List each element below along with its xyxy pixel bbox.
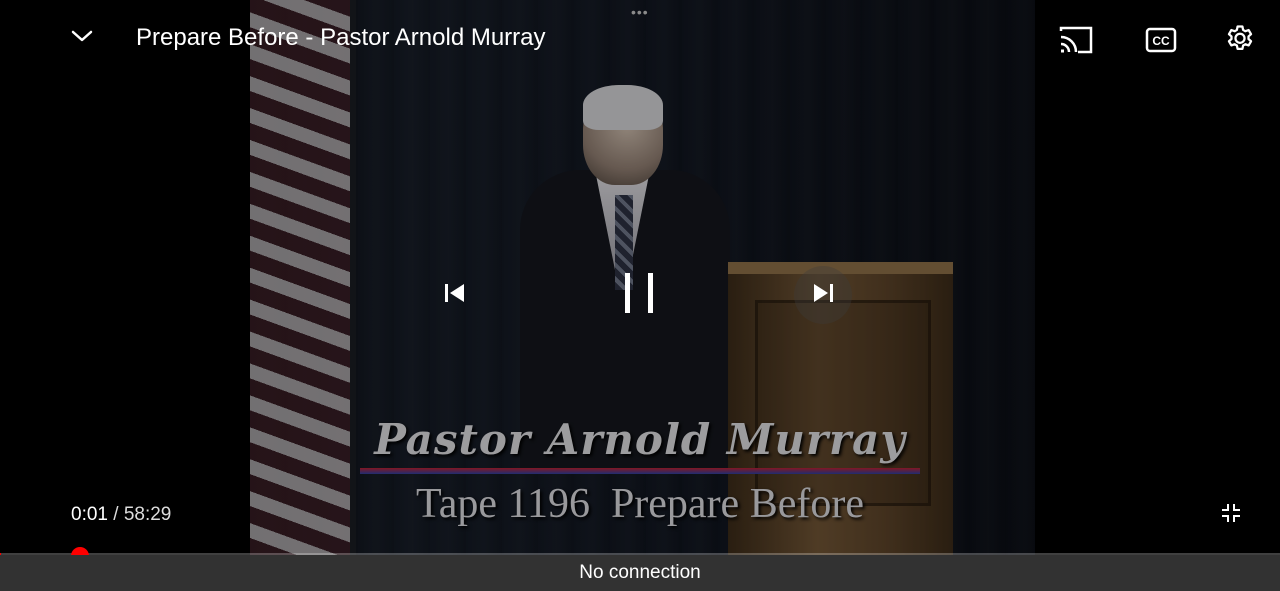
video-title: Prepare Before - Pastor Arnold Murray xyxy=(136,24,546,51)
total-duration: 58:29 xyxy=(123,504,172,525)
snackbar-message: No connection xyxy=(579,562,701,583)
captions-button[interactable]: CC xyxy=(1141,22,1181,62)
time-display: 0:01 / 58:29 xyxy=(71,504,171,526)
current-time: 0:01 xyxy=(71,504,108,525)
closed-captions-icon: CC xyxy=(1145,26,1177,59)
time-separator: / xyxy=(113,504,119,525)
chevron-down-icon xyxy=(70,28,94,49)
video-player[interactable]: Pastor Arnold Murray Tape 1196 Prepare B… xyxy=(0,0,1280,555)
pause-button[interactable] xyxy=(604,260,674,330)
settings-button[interactable] xyxy=(1220,22,1260,62)
cast-button[interactable] xyxy=(1056,22,1096,62)
next-button[interactable] xyxy=(794,266,852,324)
skip-next-icon xyxy=(810,281,836,310)
snackbar: No connection xyxy=(0,555,1280,591)
previous-button[interactable] xyxy=(426,266,484,324)
exit-fullscreen-button[interactable] xyxy=(1214,498,1248,532)
exit-fullscreen-icon xyxy=(1219,501,1243,530)
svg-text:CC: CC xyxy=(1152,34,1170,48)
gear-icon xyxy=(1223,23,1257,62)
cast-icon xyxy=(1058,25,1094,60)
collapse-button[interactable] xyxy=(62,22,102,54)
skip-previous-icon xyxy=(442,281,468,310)
drag-handle[interactable]: ••• xyxy=(631,4,649,20)
pause-icon xyxy=(622,271,656,320)
